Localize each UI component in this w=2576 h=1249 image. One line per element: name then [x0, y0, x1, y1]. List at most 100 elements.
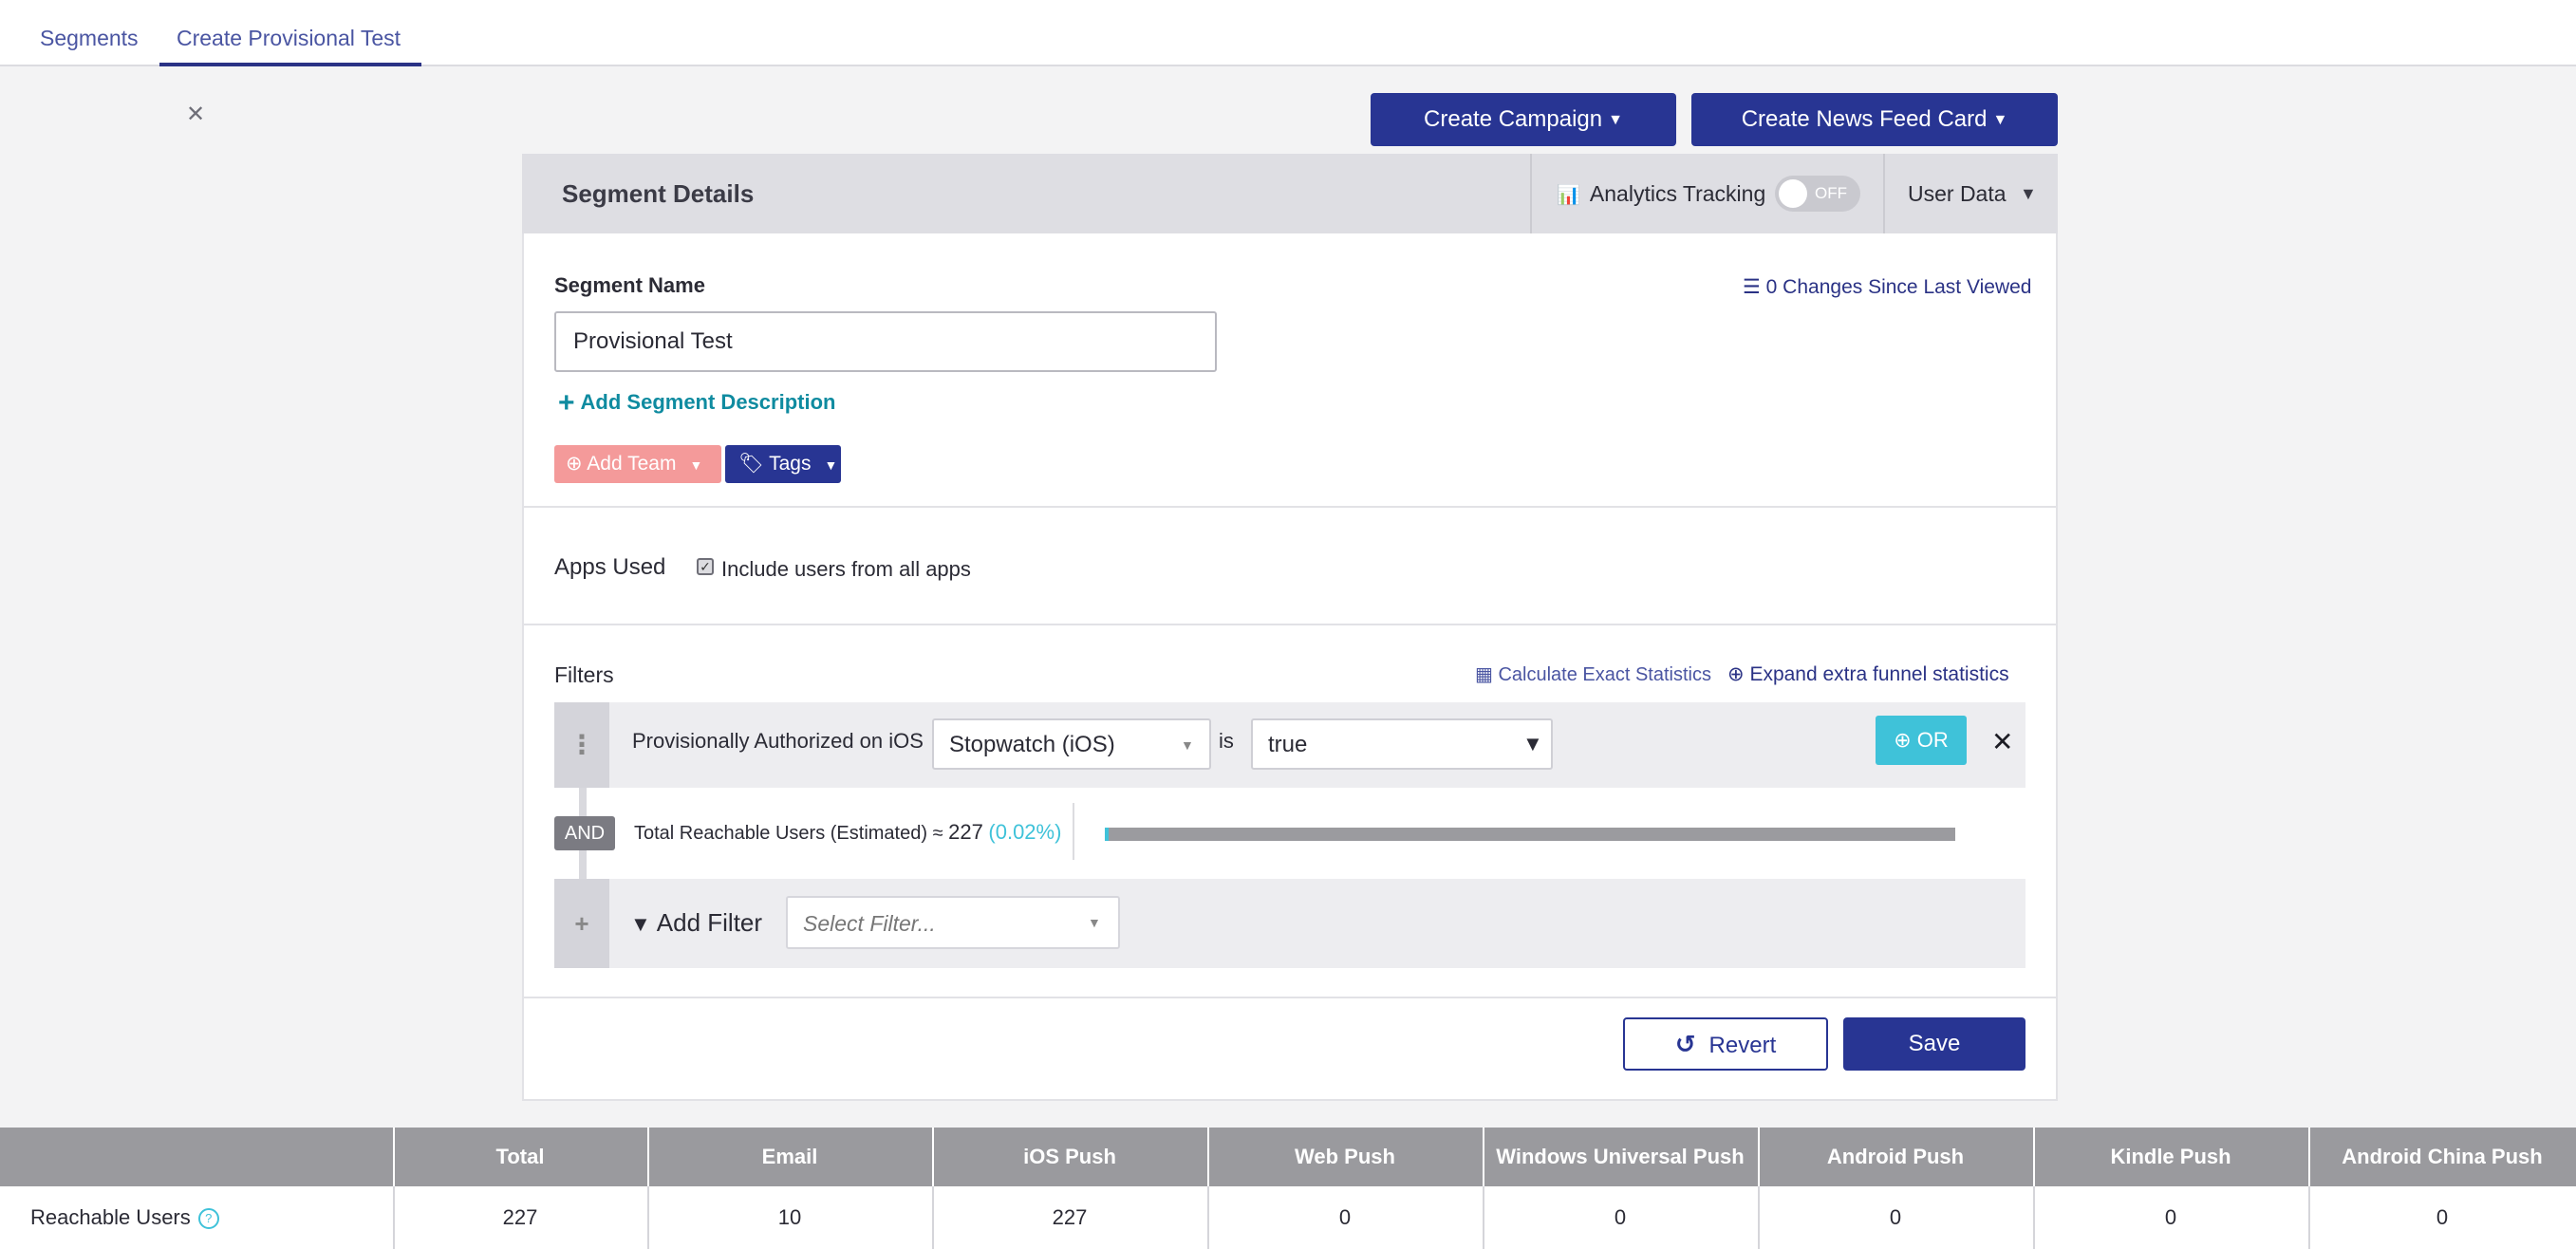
column-divider	[393, 1186, 395, 1249]
reachable-text: Total Reachable Users (Estimated) ≈	[634, 823, 943, 844]
column-divider	[932, 1186, 934, 1249]
add-team-button[interactable]: ⊕ Add Team ▼	[554, 445, 721, 483]
select-filter-dropdown[interactable]: Select Filter...	[786, 896, 1120, 949]
user-data-dropdown[interactable]: User Data	[1908, 154, 2007, 233]
column-header: Kindle Push	[2110, 1145, 2231, 1168]
tab-label: Create Provisional Test	[177, 26, 401, 50]
toggle-state: OFF	[1815, 184, 1847, 202]
tags-label: Tags	[769, 453, 812, 475]
include-all-apps-label[interactable]: Include users from all apps	[721, 557, 971, 582]
undo-icon: ↺	[1674, 1030, 1696, 1058]
column-divider	[1483, 1128, 1484, 1186]
revert-button[interactable]: ↺ Revert	[1623, 1017, 1828, 1071]
column-divider	[2033, 1128, 2035, 1186]
segment-name-input[interactable]	[554, 311, 1217, 372]
caret-down-icon: ▼	[824, 457, 838, 473]
column-header: iOS Push	[1023, 1145, 1116, 1168]
column-divider	[1758, 1186, 1760, 1249]
table-cell: 227	[502, 1205, 538, 1229]
table-cell: 0	[2164, 1205, 2177, 1229]
expand-funnel-statistics-link[interactable]: ⊕ Expand extra funnel statistics	[1727, 662, 2009, 686]
column-divider	[932, 1128, 934, 1186]
list-icon: ☰	[1743, 276, 1766, 298]
table-cell: 0	[1889, 1205, 1902, 1229]
save-button[interactable]: Save	[1843, 1017, 2025, 1071]
or-button[interactable]: ⊕ OR	[1876, 716, 1967, 765]
analytics-tracking: 📊 Analytics Tracking	[1557, 154, 1765, 233]
plus-icon[interactable]: +	[554, 879, 609, 968]
toggle-knob	[1779, 179, 1807, 208]
reachable-progress-fill	[1105, 828, 1109, 841]
reachable-users-row-label: Reachable Users?	[30, 1186, 219, 1249]
remove-filter-icon[interactable]: ✕	[1991, 721, 2013, 763]
changes-since-last-viewed-link[interactable]: ☰ 0 Changes Since Last Viewed	[1743, 275, 2031, 299]
column-header: Android Push	[1826, 1145, 1965, 1168]
chevron-down-icon: ▼	[1608, 112, 1623, 128]
add-team-label: Add Team	[587, 453, 677, 475]
or-label: OR	[1916, 728, 1949, 752]
plus-circle-icon: ⊕	[1727, 663, 1750, 685]
column-header: Android China Push	[2342, 1145, 2543, 1168]
chevron-down-icon[interactable]: ▼	[2020, 154, 2037, 233]
and-badge: AND	[554, 816, 615, 850]
add-filter-label: ▼ Add Filter	[630, 879, 762, 968]
header-divider	[1530, 154, 1532, 233]
app-select[interactable]: Stopwatch (iOS)	[932, 718, 1211, 770]
caret-down-icon[interactable]: ▼	[1522, 718, 1543, 770]
reachable-users-estimate: Total Reachable Users (Estimated) ≈ 227 …	[634, 820, 1061, 845]
table-cell: 0	[1614, 1205, 1627, 1229]
column-divider	[2308, 1186, 2310, 1249]
apps-used-label: Apps Used	[554, 554, 666, 580]
add-segment-description-link[interactable]: + Add Segment Description	[558, 387, 835, 419]
tab-create-provisional-test[interactable]: Create Provisional Test✕	[159, 0, 421, 127]
column-header: Windows Universal Push	[1496, 1145, 1745, 1168]
table-cell: 227	[1052, 1205, 1088, 1229]
section-divider	[522, 506, 2058, 508]
filters-label: Filters	[554, 662, 614, 687]
create-news-feed-card-button[interactable]: Create News Feed Card ▼	[1691, 93, 2058, 146]
segment-name-label: Segment Name	[554, 273, 705, 297]
column-header: Web Push	[1295, 1145, 1395, 1168]
table-cell: 0	[2436, 1205, 2449, 1229]
create-campaign-button[interactable]: Create Campaign ▼	[1371, 93, 1676, 146]
operator-label: is	[1219, 729, 1234, 753]
drag-handle-icon[interactable]: ⋮	[554, 702, 609, 788]
include-all-apps-checkbox[interactable]: ✓	[697, 558, 714, 575]
column-divider	[2308, 1128, 2310, 1186]
chevron-down-icon: ▼	[1992, 112, 2008, 128]
calculate-exact-statistics-link[interactable]: ▦ Calculate Exact Statistics	[1475, 662, 1711, 686]
section-divider	[522, 997, 2058, 998]
column-divider	[1483, 1186, 1484, 1249]
header-divider	[1883, 154, 1885, 233]
tab-segments[interactable]: Segments	[40, 0, 139, 66]
filter-name: Provisionally Authorized on iOS	[632, 729, 924, 753]
help-icon[interactable]: ?	[197, 1208, 219, 1229]
value-select[interactable]: true	[1251, 718, 1553, 770]
column-divider	[647, 1186, 649, 1249]
close-icon[interactable]: ✕	[186, 77, 205, 153]
plus-circle-icon: ⊕	[1894, 728, 1917, 752]
globe-icon: ⊕	[566, 453, 588, 475]
bar-chart-icon: 📊	[1557, 185, 1580, 206]
caret-down-icon[interactable]: ▼	[1181, 718, 1194, 770]
column-header: Total	[495, 1145, 545, 1168]
analytics-label: Analytics Tracking	[1589, 181, 1766, 206]
column-divider	[2033, 1186, 2035, 1249]
column-divider	[1758, 1128, 1760, 1186]
calc-stats-label: Calculate Exact Statistics	[1498, 664, 1711, 685]
table-cell: 0	[1338, 1205, 1352, 1229]
expand-stats-label: Expand extra funnel statistics	[1749, 663, 2009, 685]
funnel-icon: ▼	[630, 912, 651, 936]
add-description-label: Add Segment Description	[580, 390, 836, 414]
tags-button[interactable]: 🏷 Tags ▼	[725, 445, 841, 483]
section-divider	[522, 624, 2058, 625]
column-divider	[647, 1128, 649, 1186]
create-campaign-label: Create Campaign	[1424, 106, 1603, 132]
create-news-feed-label: Create News Feed Card	[1741, 106, 1988, 132]
panel-title: Segment Details	[562, 179, 755, 208]
reachable-count: 227	[948, 820, 983, 844]
caret-down-icon[interactable]: ▼	[1088, 896, 1101, 949]
changes-label: 0 Changes Since Last Viewed	[1765, 276, 2032, 298]
column-header: Email	[761, 1145, 818, 1168]
reach-divider	[1073, 803, 1074, 860]
